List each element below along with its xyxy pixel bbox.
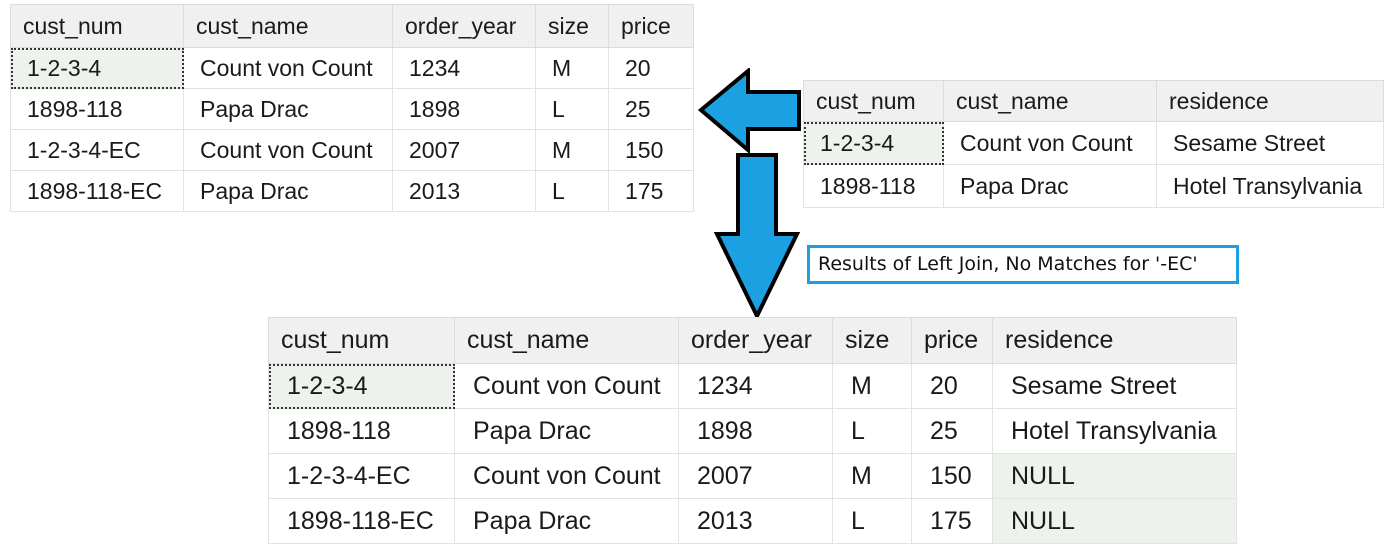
grid-cell[interactable]: 1234 (678, 363, 833, 409)
grid-cell[interactable]: 25 (608, 88, 694, 130)
grid-cell[interactable]: 1898 (392, 88, 536, 130)
grid-cell[interactable]: Papa Drac (454, 498, 679, 544)
grid-cell[interactable]: Count von Count (454, 453, 679, 499)
table-row: 1-2-3-4-EC Count von Count 2007 M 150 NU… (268, 453, 1237, 499)
grid-cell[interactable]: 150 (608, 129, 694, 171)
grid-cell[interactable]: 2007 (392, 129, 536, 171)
table-row: 1898-118 Papa Drac 1898 L 25 (10, 88, 694, 130)
orders-col-cust-name[interactable]: cust_name (183, 4, 393, 48)
table-row: 1898-118 Papa Drac 1898 L 25 Hotel Trans… (268, 408, 1237, 454)
grid-cell[interactable]: Count von Count (183, 129, 393, 171)
arrow-down-icon (713, 153, 801, 321)
grid-cell[interactable]: Sesame Street (1156, 121, 1384, 165)
result-col-order-year[interactable]: order_year (678, 317, 833, 364)
result-col-cust-name[interactable]: cust_name (454, 317, 679, 364)
grid-cell-null[interactable]: NULL (992, 453, 1237, 499)
grid-cell[interactable]: 1898-118 (268, 408, 455, 454)
grid-cell[interactable]: 1898-118-EC (10, 170, 184, 212)
table-row: 1-2-3-4 Count von Count 1234 M 20 (10, 47, 694, 89)
grid-cell[interactable]: Count von Count (454, 363, 679, 409)
grid-cell[interactable]: L (832, 498, 912, 544)
grid-cell[interactable]: 1-2-3-4-EC (10, 129, 184, 171)
grid-cell[interactable]: Papa Drac (454, 408, 679, 454)
grid-cell[interactable]: 2007 (678, 453, 833, 499)
grid-cell[interactable]: 175 (911, 498, 993, 544)
orders-col-cust-num[interactable]: cust_num (10, 4, 184, 48)
orders-col-size[interactable]: size (535, 4, 609, 48)
customers-col-cust-name[interactable]: cust_name (943, 80, 1157, 122)
result-grid: cust_num cust_name order_year size price… (268, 317, 1237, 544)
grid-cell-selected[interactable]: 1-2-3-4 (268, 363, 455, 409)
grid-cell[interactable]: 1898-118-EC (268, 498, 455, 544)
grid-cell[interactable]: 20 (911, 363, 993, 409)
grid-cell[interactable]: 175 (608, 170, 694, 212)
grid-cell[interactable]: L (832, 408, 912, 454)
orders-col-order-year[interactable]: order_year (392, 4, 536, 48)
grid-cell[interactable]: 1234 (392, 47, 536, 89)
grid-cell[interactable]: Count von Count (943, 121, 1157, 165)
grid-cell[interactable]: 1898-118 (10, 88, 184, 130)
grid-cell[interactable]: 1-2-3-4-EC (268, 453, 455, 499)
grid-cell[interactable]: M (832, 363, 912, 409)
result-col-residence[interactable]: residence (992, 317, 1237, 364)
grid-cell[interactable]: Hotel Transylvania (1156, 164, 1384, 208)
grid-cell[interactable]: Hotel Transylvania (992, 408, 1237, 454)
orders-col-price[interactable]: price (608, 4, 694, 48)
grid-cell[interactable]: 1898-118 (803, 164, 944, 208)
customers-col-cust-num[interactable]: cust_num (803, 80, 944, 122)
result-header-row: cust_num cust_name order_year size price… (268, 317, 1237, 364)
table-row: 1898-118-EC Papa Drac 2013 L 175 NULL (268, 498, 1237, 544)
customers-grid: cust_num cust_name residence 1-2-3-4 Cou… (803, 80, 1384, 208)
grid-cell-null[interactable]: NULL (992, 498, 1237, 544)
grid-cell[interactable]: 20 (608, 47, 694, 89)
grid-cell[interactable]: M (832, 453, 912, 499)
grid-cell[interactable]: Papa Drac (943, 164, 1157, 208)
result-col-size[interactable]: size (832, 317, 912, 364)
result-col-cust-num[interactable]: cust_num (268, 317, 455, 364)
table-row: 1898-118-EC Papa Drac 2013 L 175 (10, 170, 694, 212)
table-row: 1-2-3-4 Count von Count Sesame Street (803, 121, 1384, 165)
table-row: 1-2-3-4 Count von Count 1234 M 20 Sesame… (268, 363, 1237, 409)
grid-cell[interactable]: Papa Drac (183, 170, 393, 212)
grid-cell[interactable]: 150 (911, 453, 993, 499)
grid-cell[interactable]: M (535, 47, 609, 89)
orders-grid: cust_num cust_name order_year size price… (10, 4, 694, 212)
grid-cell-selected[interactable]: 1-2-3-4 (10, 47, 184, 89)
grid-cell[interactable]: 2013 (678, 498, 833, 544)
grid-cell[interactable]: Count von Count (183, 47, 393, 89)
customers-header-row: cust_num cust_name residence (803, 80, 1384, 122)
table-row: 1-2-3-4-EC Count von Count 2007 M 150 (10, 129, 694, 171)
arrow-left-icon (698, 68, 801, 153)
orders-header-row: cust_num cust_name order_year size price (10, 4, 694, 48)
grid-cell[interactable]: L (535, 170, 609, 212)
result-note: Results of Left Join, No Matches for '-E… (807, 245, 1239, 284)
grid-cell[interactable]: 25 (911, 408, 993, 454)
grid-cell[interactable]: 2013 (392, 170, 536, 212)
grid-cell[interactable]: Sesame Street (992, 363, 1237, 409)
grid-cell[interactable]: L (535, 88, 609, 130)
grid-cell[interactable]: 1898 (678, 408, 833, 454)
customers-col-residence[interactable]: residence (1156, 80, 1384, 122)
grid-cell[interactable]: Papa Drac (183, 88, 393, 130)
grid-cell-selected[interactable]: 1-2-3-4 (803, 121, 944, 165)
table-row: 1898-118 Papa Drac Hotel Transylvania (803, 164, 1384, 208)
result-col-price[interactable]: price (911, 317, 993, 364)
grid-cell[interactable]: M (535, 129, 609, 171)
